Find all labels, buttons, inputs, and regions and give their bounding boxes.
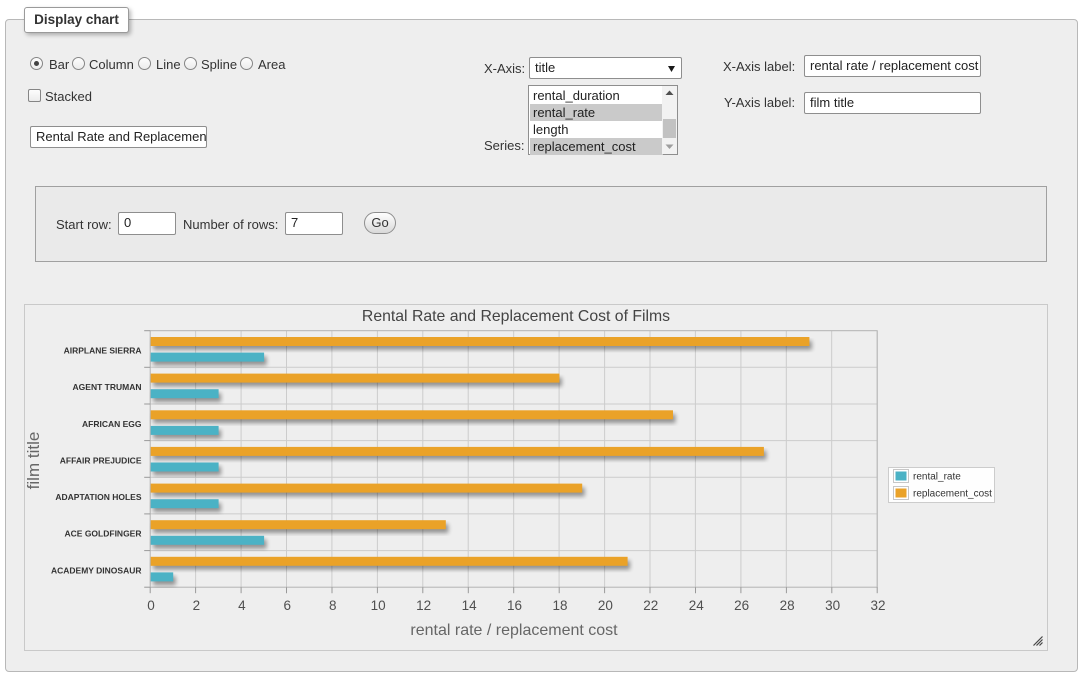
svg-text:0: 0	[147, 598, 155, 613]
svg-text:28: 28	[780, 598, 795, 613]
svg-text:ACADEMY DINOSAUR: ACADEMY DINOSAUR	[51, 565, 142, 575]
svg-text:rental_rate: rental_rate	[913, 472, 961, 483]
svg-text:AGENT TRUMAN: AGENT TRUMAN	[73, 382, 142, 392]
svg-text:2: 2	[193, 598, 201, 613]
svg-text:6: 6	[284, 598, 292, 613]
svg-text:10: 10	[371, 598, 386, 613]
svg-text:24: 24	[689, 598, 705, 613]
svg-text:AFRICAN EGG: AFRICAN EGG	[82, 419, 142, 429]
svg-text:AFFAIR PREJUDICE: AFFAIR PREJUDICE	[60, 455, 142, 465]
svg-text:8: 8	[329, 598, 337, 613]
svg-text:ADAPTATION HOLES: ADAPTATION HOLES	[55, 492, 141, 502]
svg-text:rental rate / replacement cost: rental rate / replacement cost	[410, 622, 618, 639]
svg-text:22: 22	[643, 598, 658, 613]
svg-text:26: 26	[734, 598, 749, 613]
svg-text:32: 32	[870, 598, 885, 613]
svg-text:Rental Rate and Replacement Co: Rental Rate and Replacement Cost of Film…	[362, 308, 670, 325]
svg-text:12: 12	[416, 598, 431, 613]
svg-text:14: 14	[462, 598, 478, 613]
svg-text:18: 18	[552, 598, 567, 613]
svg-text:4: 4	[238, 598, 246, 613]
svg-text:film title: film title	[25, 432, 43, 490]
svg-text:ACE GOLDFINGER: ACE GOLDFINGER	[65, 529, 142, 539]
svg-text:replacement_cost: replacement_cost	[913, 489, 992, 500]
svg-text:16: 16	[507, 598, 522, 613]
svg-text:AIRPLANE SIERRA: AIRPLANE SIERRA	[64, 346, 142, 356]
svg-text:30: 30	[825, 598, 840, 613]
svg-text:20: 20	[598, 598, 613, 613]
